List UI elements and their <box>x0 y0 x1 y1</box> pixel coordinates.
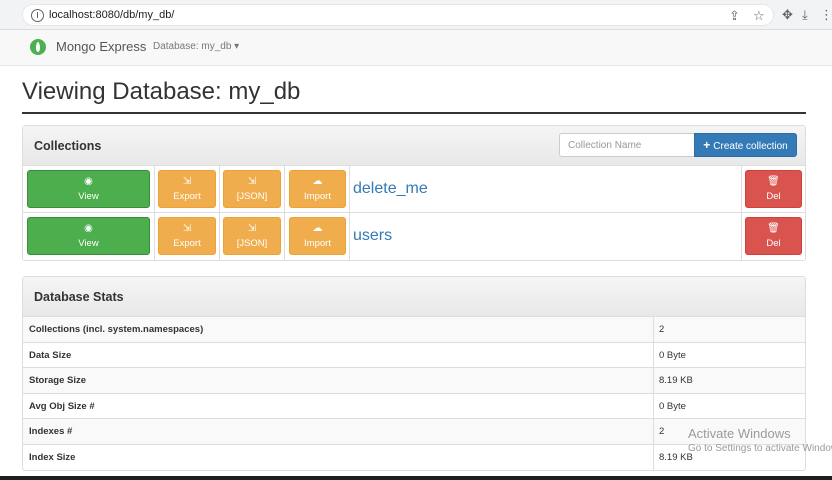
cell-divider <box>349 166 350 212</box>
eye-icon: ◉ <box>84 223 93 234</box>
cell-divider <box>349 213 350 260</box>
database-dropdown[interactable]: Database: my_db ▾ <box>153 41 239 52</box>
info-icon[interactable] <box>31 9 44 22</box>
export-json-label: [JSON] <box>236 238 268 249</box>
stats-title: Database Stats <box>34 290 124 304</box>
cell-divider <box>653 393 654 418</box>
cell-divider <box>219 213 220 260</box>
stat-label: Avg Obj Size # <box>29 400 95 412</box>
collection-row: ◉ View ⇲ Export ⇲ [JSON] ☁ Import users 🗑 Del <box>23 213 805 260</box>
view-button[interactable]: ◉ View <box>27 170 150 208</box>
stat-label: Data Size <box>29 349 72 361</box>
activate-windows-watermark: Activate Windows <box>688 426 791 441</box>
export-json-label: [JSON] <box>236 191 268 202</box>
menu-icon[interactable]: ⋮ <box>820 6 832 24</box>
cloud-upload-icon: ☁ <box>312 223 323 234</box>
export-icon: ⇲ <box>182 223 192 234</box>
delete-label: Del <box>766 238 781 249</box>
stat-label: Indexes # <box>29 426 73 437</box>
stat-value: 8.19 KB <box>659 375 693 386</box>
collections-heading: Collections +Create collection <box>23 126 805 166</box>
stat-value: 0 Byte <box>659 349 686 361</box>
collections-title: Collections <box>34 139 102 153</box>
table-row: Storage Size 8.19 KB <box>23 368 805 394</box>
stat-label: Collections (incl. system.namespaces) <box>29 324 204 335</box>
import-button[interactable]: ☁ Import <box>289 217 346 255</box>
eye-icon: ◉ <box>84 176 93 187</box>
delete-button[interactable]: 🗑 Del <box>745 170 802 208</box>
stat-value: 0 Byte <box>659 400 686 412</box>
table-row: Collections (incl. system.namespaces) 2 <box>23 317 805 343</box>
export-label: Export <box>173 238 201 249</box>
cell-divider <box>154 166 155 212</box>
stat-value: 2 <box>659 324 665 335</box>
collection-name-input[interactable] <box>559 133 695 157</box>
share-icon[interactable]: ⇪ <box>729 7 740 25</box>
stats-heading: Database Stats <box>23 277 805 317</box>
database-stats-panel: Database Stats Collections (incl. system… <box>22 276 806 471</box>
stat-value: 2 <box>659 426 665 437</box>
cell-divider <box>219 166 220 212</box>
browser-toolbar: localhost:8080/db/my_db/ ⇪ ☆ ✥ ⤓ ⋮ <box>0 0 832 30</box>
collection-row: ◉ View ⇲ Export ⇲ [JSON] ☁ Import delete_me … <box>23 166 805 213</box>
export-button[interactable]: ⇲ Export <box>158 170 216 208</box>
collection-link[interactable]: delete_me <box>353 180 428 198</box>
trash-icon: 🗑 <box>767 223 780 234</box>
mongo-leaf-icon <box>30 39 46 55</box>
collections-panel: Collections +Create collection ◉ View ⇲ Ex… <box>22 125 806 261</box>
activate-windows-hint: Go to Settings to activate Windows. <box>688 443 832 454</box>
export-json-button[interactable]: ⇲ [JSON] <box>223 217 281 255</box>
view-label: View <box>78 238 99 249</box>
view-label: View <box>78 191 99 202</box>
star-icon[interactable]: ☆ <box>753 7 765 25</box>
address-bar[interactable]: localhost:8080/db/my_db/ ⇪ ☆ <box>22 4 774 26</box>
cell-divider <box>741 213 742 260</box>
export-button[interactable]: ⇲ Export <box>158 217 216 255</box>
export-icon: ⇲ <box>182 176 192 187</box>
import-label: Import <box>304 191 331 202</box>
plus-icon: + <box>703 138 711 152</box>
view-button[interactable]: ◉ View <box>27 217 150 255</box>
brand-link[interactable]: Mongo Express <box>56 39 146 54</box>
collection-link[interactable]: users <box>353 227 392 245</box>
import-button[interactable]: ☁ Import <box>289 170 346 208</box>
export-json-button[interactable]: ⇲ [JSON] <box>223 170 281 208</box>
cell-divider <box>284 166 285 212</box>
trash-icon: 🗑 <box>767 176 780 187</box>
export-json-icon: ⇲ <box>247 223 257 234</box>
cloud-upload-icon: ☁ <box>312 176 323 187</box>
navbar: Mongo Express Database: my_db ▾ <box>0 30 832 66</box>
caret-down-icon: ▾ <box>231 41 240 52</box>
stat-label: Storage Size <box>29 375 87 386</box>
stat-label: Index Size <box>29 451 76 463</box>
create-collection-label: Create collection <box>713 141 788 152</box>
cell-divider <box>741 166 742 212</box>
page-title: Viewing Database: my_db <box>22 78 301 105</box>
title-divider <box>22 112 806 114</box>
cell-divider <box>653 368 654 393</box>
extensions-icon[interactable]: ✥ <box>782 6 793 24</box>
cell-divider <box>653 317 654 342</box>
export-json-icon: ⇲ <box>247 176 257 187</box>
cell-divider <box>154 213 155 260</box>
url-text[interactable]: localhost:8080/db/my_db/ <box>49 9 174 21</box>
download-icon[interactable]: ⤓ <box>802 6 808 24</box>
create-collection-button[interactable]: + Create collection <box>694 133 797 157</box>
delete-button[interactable]: 🗑 Del <box>745 217 802 255</box>
cell-divider <box>653 342 654 367</box>
cell-divider <box>653 444 654 470</box>
import-label: Import <box>304 238 331 249</box>
table-row: Avg Obj Size # 0 Byte <box>23 393 805 419</box>
delete-label: Del <box>766 191 781 202</box>
cell-divider <box>284 213 285 260</box>
table-row: Data Size 0 Byte <box>23 342 805 368</box>
export-label: Export <box>173 191 201 202</box>
cell-divider <box>653 419 654 444</box>
taskbar-edge <box>0 476 832 480</box>
database-dropdown-label: Database: my_db <box>153 41 232 52</box>
